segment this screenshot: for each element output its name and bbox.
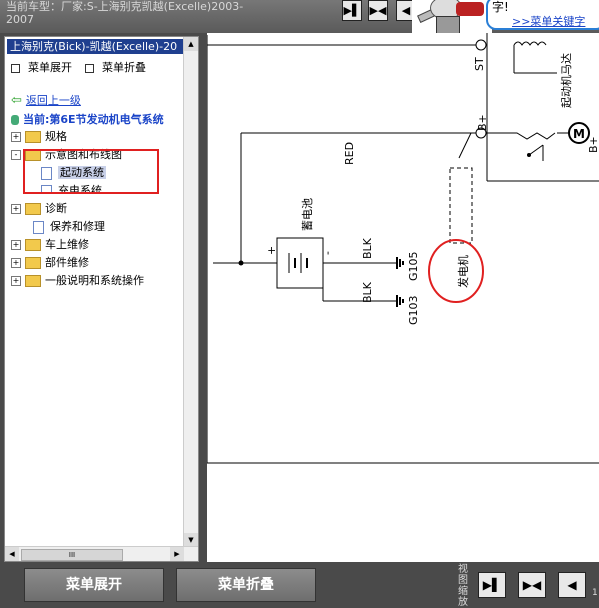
folder-icon [25, 131, 41, 143]
expand-toggle-icon[interactable]: + [11, 276, 21, 286]
collapse-menu-link[interactable]: 菜单折叠 [85, 59, 146, 75]
horizontal-scrollbar[interactable]: ◀ III ▶ [5, 546, 198, 561]
folder-icon [25, 239, 41, 251]
collapse-toggle-icon[interactable]: - [11, 150, 21, 160]
battery-minus-label: - [321, 251, 334, 255]
current-section-label: 当前:第6E节发动机电气系统 [23, 113, 164, 126]
zoom-next-button[interactable]: ▶▌ [478, 572, 506, 598]
tree-item-general[interactable]: + 一般说明和系统操作 [11, 273, 144, 289]
expand-toggle-icon[interactable]: + [11, 132, 21, 142]
current-section: 当前:第6E节发动机电气系统 [11, 111, 164, 127]
view-zoom-label: 视图缩放 [458, 564, 468, 608]
motor-label: 起动机马达 [559, 53, 573, 108]
expand-toggle-icon[interactable]: + [11, 240, 21, 250]
expand-menu-link[interactable]: 菜单展开 [11, 59, 72, 75]
page-indicator: 1 [592, 588, 598, 598]
folder-icon [25, 203, 41, 215]
tree-item-on-vehicle[interactable]: + 车上维修 [11, 237, 89, 253]
collapse-menu-button[interactable]: 菜单折叠 [176, 568, 316, 602]
mascot-icon [412, 0, 492, 33]
expand-toggle-icon[interactable]: + [11, 258, 21, 268]
tree-item-component[interactable]: + 部件维修 [11, 255, 89, 271]
bplus-label: B+ [476, 114, 489, 131]
scroll-right-icon[interactable]: ▶ [170, 547, 184, 561]
bottom-toolbar: 菜单展开 菜单折叠 视图缩放 ▶▌ ▶◀ ◀ 1 [0, 562, 599, 608]
g103-label: G103 [407, 295, 420, 325]
back-link-label: 返回上一级 [25, 94, 81, 107]
expand-menu-button[interactable]: 菜单展开 [24, 568, 164, 602]
expand-menu-label: 菜单展开 [28, 61, 72, 74]
generator-highlight [428, 239, 484, 303]
blk-label-2: BLK [361, 281, 374, 303]
zoom-prev-button[interactable]: ◀ [558, 572, 586, 598]
vertical-scrollbar[interactable]: ▲ ▼ [183, 37, 198, 547]
highlight-box [23, 149, 159, 194]
back-arrow-icon: ⇦ [11, 93, 22, 108]
document-icon [33, 220, 44, 234]
battery-plus-label: + [265, 246, 278, 255]
tip-bubble: 字! >>菜单关键字 [486, 0, 599, 30]
tree-item-label: 规格 [45, 130, 67, 143]
model-line-2: 2007 [6, 13, 34, 26]
tree-item-label: 保养和修理 [50, 220, 105, 233]
current-model-label: 当前车型：厂家:S-上海别克凯越(Excelle)2003- 2007 [6, 0, 306, 26]
zoom-fit-button[interactable]: ▶◀ [518, 572, 546, 598]
tree-item-specs[interactable]: + 规格 [11, 129, 67, 145]
folder-icon [25, 275, 41, 287]
battery-label: 蓄电池 [301, 198, 314, 231]
tree-item-label: 部件维修 [45, 256, 89, 269]
tip-text: 字! [492, 0, 509, 14]
blk-label-1: BLK [361, 237, 374, 259]
scroll-thumb[interactable]: III [21, 549, 123, 561]
top-bar: 当前车型：厂家:S-上海别克凯越(Excelle)2003- 2007 ▶▌ ▶… [0, 0, 599, 33]
section-icon [11, 115, 19, 125]
scroll-left-icon[interactable]: ◀ [5, 547, 19, 561]
tree-item-label: 一般说明和系统操作 [45, 274, 144, 287]
folder-icon [25, 257, 41, 269]
tip-link[interactable]: >>菜单关键字 [512, 13, 585, 29]
tree-item-diagnosis[interactable]: + 诊断 [11, 201, 67, 217]
tree-item-label: 诊断 [45, 202, 67, 215]
collapse-icon [85, 63, 94, 73]
generator-label: 发电机 [456, 255, 470, 288]
scroll-up-icon[interactable]: ▲ [184, 37, 198, 51]
st-label: ST [473, 57, 486, 71]
svg-text:M: M [573, 127, 585, 141]
expand-icon [11, 63, 20, 73]
scroll-down-icon[interactable]: ▼ [184, 533, 198, 547]
wiring-diagram-viewer[interactable]: M ST B+ RED 蓄电池 + - BLK BLK G105 G103 发电… [207, 33, 599, 562]
next-page-button[interactable]: ▶▌ [342, 0, 362, 21]
expand-toggle-icon[interactable]: + [11, 204, 21, 214]
collapse-menu-label: 菜单折叠 [102, 61, 146, 74]
wiring-diagram: M ST B+ RED 蓄电池 + - BLK BLK G105 G103 发电… [207, 33, 599, 464]
red-wire-label: RED [343, 142, 356, 165]
tree-item-label: 车上维修 [45, 238, 89, 251]
navigation-tree-panel: 上海别克(Bick)-凯越(Excelle)-20 菜单展开 菜单折叠 ⇦ 返回上… [4, 36, 199, 562]
back-link[interactable]: ⇦ 返回上一级 [11, 92, 81, 108]
g105-label: G105 [407, 251, 420, 281]
bplus-label-2: B+ [587, 136, 599, 153]
vehicle-title: 上海别克(Bick)-凯越(Excelle)-20 [7, 39, 184, 54]
model-line-1: 当前车型：厂家:S-上海别克凯越(Excelle)2003- [6, 0, 244, 13]
fit-view-button[interactable]: ▶◀ [368, 0, 388, 21]
tree-item-maintenance[interactable]: 保养和修理 [33, 219, 105, 235]
